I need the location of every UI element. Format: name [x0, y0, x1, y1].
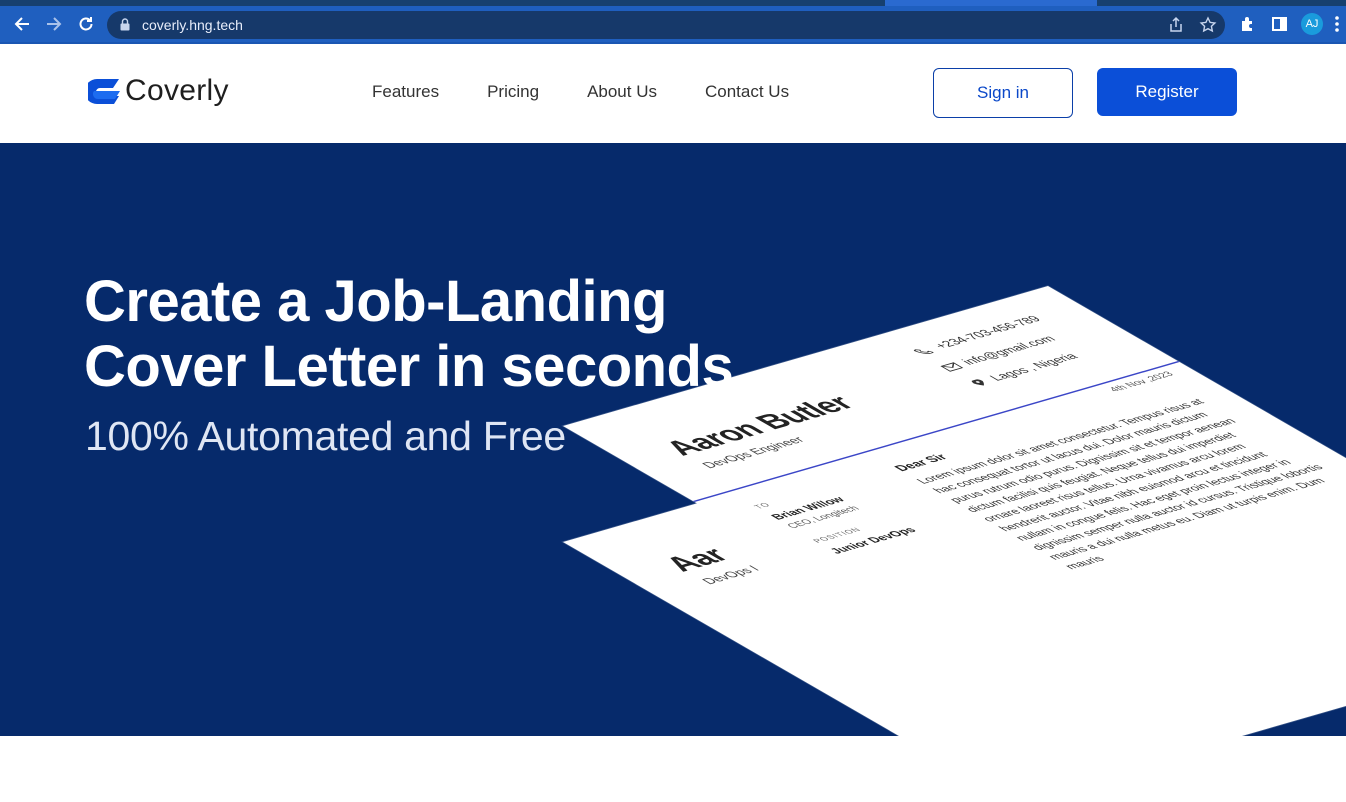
nav-about-us[interactable]: About Us	[587, 82, 657, 102]
mail-icon	[940, 362, 964, 372]
profile-avatar[interactable]: AJ	[1301, 13, 1323, 35]
side-panel-icon[interactable]	[1270, 14, 1290, 34]
letter-date: 4th Nov ,2023	[1106, 370, 1177, 394]
share-icon[interactable]	[1167, 16, 1185, 34]
site-header: Coverly Features Pricing About Us Contac…	[0, 44, 1346, 143]
hero-title-line-1: Create a Job-Landing	[84, 269, 667, 334]
logo[interactable]: Coverly	[88, 74, 229, 108]
hero-subtitle: 100% Automated and Free	[85, 413, 566, 459]
nav-pricing[interactable]: Pricing	[487, 82, 539, 102]
sign-in-button[interactable]: Sign in	[933, 68, 1073, 118]
hero-title-line-2: Cover Letter in seconds	[84, 334, 734, 399]
nav-contact-us[interactable]: Contact Us	[705, 82, 789, 102]
bookmark-star-icon[interactable]	[1199, 16, 1217, 34]
nav-features[interactable]: Features	[372, 82, 439, 102]
url-text[interactable]: coverly.hng.tech	[142, 17, 243, 33]
browser-toolbar: coverly.hng.tech AJ	[0, 0, 1346, 44]
back-icon[interactable]	[10, 12, 34, 36]
forward-icon[interactable]	[42, 12, 66, 36]
location-pin-icon	[971, 379, 985, 386]
reload-icon[interactable]	[74, 12, 98, 36]
menu-dots-icon[interactable]	[1332, 14, 1342, 34]
active-tab[interactable]	[885, 0, 1097, 6]
address-bar[interactable]: coverly.hng.tech	[107, 11, 1225, 39]
main-nav: Features Pricing About Us Contact Us	[372, 82, 837, 102]
hero-title: Create a Job-Landing Cover Letter in sec…	[84, 269, 784, 399]
extensions-icon[interactable]	[1238, 14, 1258, 34]
register-button[interactable]: Register	[1097, 68, 1237, 116]
coverly-logo-icon	[88, 79, 120, 104]
letter-to-label: TO	[751, 501, 773, 510]
logo-text: Coverly	[125, 74, 229, 107]
letter-body: Lorem ipsum dolor sit amet consectetur. …	[912, 396, 1329, 571]
lock-icon[interactable]	[120, 18, 130, 31]
tab-strip	[0, 0, 1346, 6]
phone-icon	[913, 349, 934, 354]
